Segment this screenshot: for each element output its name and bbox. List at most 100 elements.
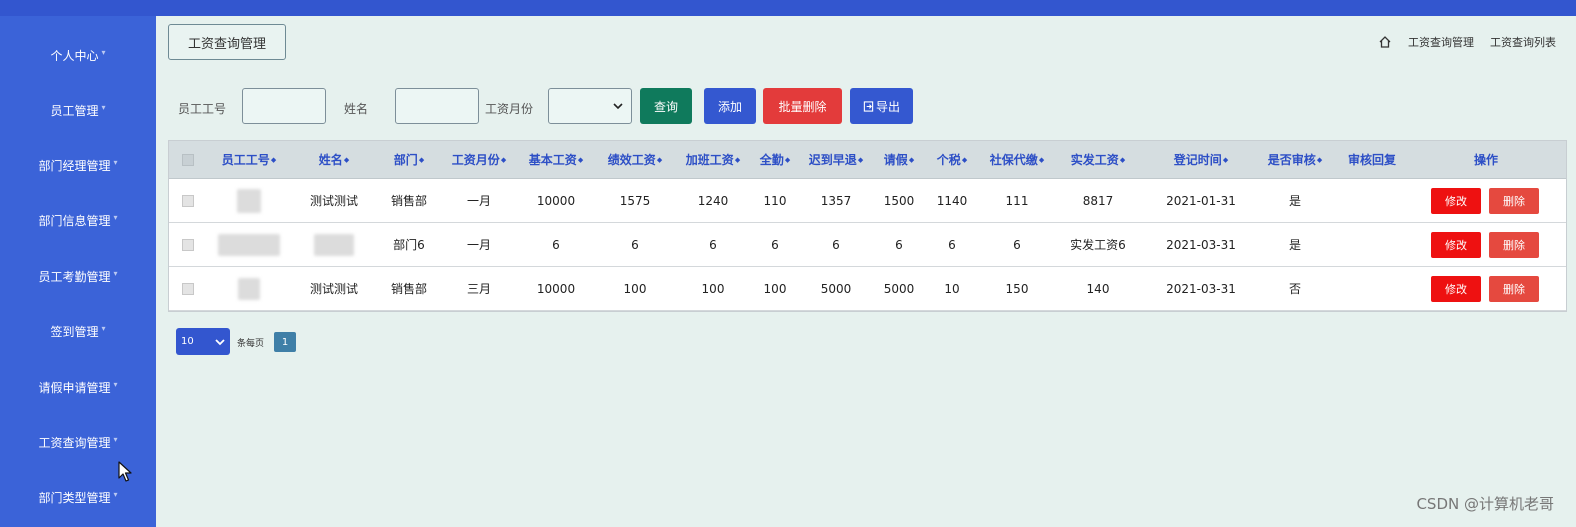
- cell-reply: [1332, 267, 1412, 310]
- cell-net: 140: [1086, 281, 1110, 296]
- edit-button[interactable]: 修改: [1431, 231, 1481, 258]
- sidebar-item-label: 员工考勤管理: [38, 269, 111, 284]
- header-overtime[interactable]: 加班工资 ◆: [673, 141, 753, 178]
- row-checkbox[interactable]: [182, 238, 194, 251]
- sort-icon: ◆: [1038, 155, 1045, 164]
- header-tax[interactable]: 个税 ◆: [927, 141, 977, 178]
- header-label: 审核回复: [1347, 153, 1396, 167]
- header-date[interactable]: 登记时间 ◆: [1151, 141, 1251, 178]
- cell-attend: 100: [763, 281, 787, 296]
- chevron-down-icon: ▾: [101, 48, 106, 57]
- delete-button[interactable]: 删除: [1489, 231, 1539, 258]
- cell-perf: 6: [631, 237, 639, 252]
- delete-button[interactable]: 删除: [1489, 187, 1539, 214]
- cell-base: 10000: [536, 281, 576, 296]
- per-page-label: 条每页: [237, 339, 265, 349]
- header-emp-no[interactable]: 员工工号 ◆: [209, 141, 289, 178]
- export-icon: [863, 100, 874, 112]
- header-label: 个税: [936, 153, 961, 167]
- header-social[interactable]: 社保代缴 ◆: [977, 141, 1057, 178]
- page-title[interactable]: 工资查询管理: [168, 24, 286, 60]
- row-checkbox[interactable]: [182, 282, 194, 295]
- sidebar: 个人中心 ▾ 员工管理 ▾ 部门经理管理 ▾ 部门信息管理 ▾ 员工考勤管理 ▾ 签到管理…: [0, 16, 156, 527]
- sidebar-item-leave[interactable]: 请假申请管理 ▾: [0, 372, 156, 402]
- sort-icon: ◆: [343, 155, 350, 164]
- row-checkbox[interactable]: [182, 194, 194, 207]
- page-size-value: 10: [181, 336, 194, 347]
- sort-icon: ◆: [500, 155, 507, 164]
- cell-date: 2021-03-31: [1166, 237, 1236, 252]
- cell-delete: 删除: [1489, 223, 1539, 266]
- header-label: 全勤: [759, 153, 784, 167]
- header-audited[interactable]: 是否审核 ◆: [1255, 141, 1335, 178]
- cell-delete: 删除: [1489, 179, 1539, 222]
- sidebar-item-employee[interactable]: 员工管理 ▾: [0, 95, 156, 125]
- sort-icon: ◆: [270, 155, 277, 164]
- sidebar-item-salary[interactable]: 工资查询管理 ▾: [0, 427, 156, 457]
- cell-tax: 1140: [936, 193, 968, 208]
- cell-emp-no: [209, 267, 289, 310]
- sidebar-item-dept-info[interactable]: 部门信息管理 ▾: [0, 205, 156, 235]
- sidebar-item-checkin[interactable]: 签到管理 ▾: [0, 316, 156, 346]
- cell-attend: 6: [771, 237, 779, 252]
- page-size-select[interactable]: 10: [176, 328, 230, 355]
- cell-audited: 否: [1288, 282, 1301, 296]
- header-leave[interactable]: 请假 ◆: [872, 141, 926, 178]
- cell-overtime: 1240: [697, 193, 729, 208]
- edit-button[interactable]: 修改: [1431, 275, 1481, 302]
- header-perf[interactable]: 绩效工资 ◆: [595, 141, 675, 178]
- header-net[interactable]: 实发工资 ◆: [1058, 141, 1138, 178]
- chevron-down-icon: ▾: [113, 435, 118, 444]
- export-button[interactable]: 导出: [850, 88, 913, 124]
- cell-edit: 修改: [1431, 179, 1481, 222]
- header-month[interactable]: 工资月份 ◆: [439, 141, 519, 178]
- batch-delete-button[interactable]: 批量删除: [763, 88, 842, 124]
- emp-no-input[interactable]: [242, 88, 326, 124]
- query-button[interactable]: 查询: [640, 88, 692, 124]
- chevron-down-icon: ▾: [101, 103, 106, 112]
- cell-perf: 100: [623, 281, 647, 296]
- page-button-current[interactable]: 1: [274, 332, 296, 352]
- cell-late: 1357: [820, 193, 852, 208]
- delete-button[interactable]: 删除: [1489, 275, 1539, 302]
- cell-emp-no: [209, 179, 289, 222]
- chevron-down-icon: ▾: [113, 490, 118, 499]
- header-base[interactable]: 基本工资 ◆: [516, 141, 596, 178]
- sort-icon: ◆: [908, 155, 915, 164]
- sidebar-item-personal-center[interactable]: 个人中心 ▾: [0, 40, 156, 70]
- cell-dept: 销售部: [390, 194, 427, 208]
- cell-audited: 是: [1288, 238, 1301, 252]
- sidebar-item-label: 请假申请管理: [38, 380, 111, 395]
- header-late[interactable]: 迟到早退 ◆: [796, 141, 876, 178]
- table-row: 测试测试 销售部 三月 10000 100 100 100 5000 5000 …: [169, 267, 1566, 311]
- sidebar-item-label: 部门类型管理: [38, 490, 111, 505]
- cell-tax: 6: [948, 237, 956, 252]
- header-name[interactable]: 姓名 ◆: [299, 141, 369, 178]
- name-input[interactable]: [395, 88, 479, 124]
- cell-overtime: 6: [709, 237, 717, 252]
- cell-late: 6: [832, 237, 840, 252]
- add-button[interactable]: 添加: [704, 88, 756, 124]
- sort-icon: ◆: [734, 155, 741, 164]
- chevron-down-icon: ▾: [113, 380, 118, 389]
- sidebar-item-attendance[interactable]: 员工考勤管理 ▾: [0, 261, 156, 291]
- header-label: 迟到早退: [808, 153, 857, 167]
- sidebar-item-dept-type[interactable]: 部门类型管理 ▾: [0, 482, 156, 512]
- home-icon[interactable]: [1378, 35, 1392, 49]
- cell-month: 一月: [466, 194, 491, 208]
- header-attend[interactable]: 全勤 ◆: [751, 141, 799, 178]
- breadcrumb-item[interactable]: 工资查询管理: [1408, 34, 1474, 50]
- select-all-checkbox[interactable]: [182, 153, 194, 166]
- cell-dept: 部门6: [393, 238, 425, 252]
- sidebar-item-label: 个人中心: [50, 48, 99, 63]
- header-label: 姓名: [318, 153, 343, 167]
- edit-button[interactable]: 修改: [1431, 187, 1481, 214]
- header-dept[interactable]: 部门 ◆: [374, 141, 444, 178]
- cell-month: 三月: [466, 282, 491, 296]
- month-select[interactable]: [548, 88, 632, 124]
- cell-edit: 修改: [1431, 267, 1481, 310]
- chevron-down-icon: ▾: [113, 269, 118, 278]
- sort-icon: ◆: [577, 155, 584, 164]
- sidebar-item-dept-manager[interactable]: 部门经理管理 ▾: [0, 150, 156, 180]
- header-label: 员工工号: [221, 153, 270, 167]
